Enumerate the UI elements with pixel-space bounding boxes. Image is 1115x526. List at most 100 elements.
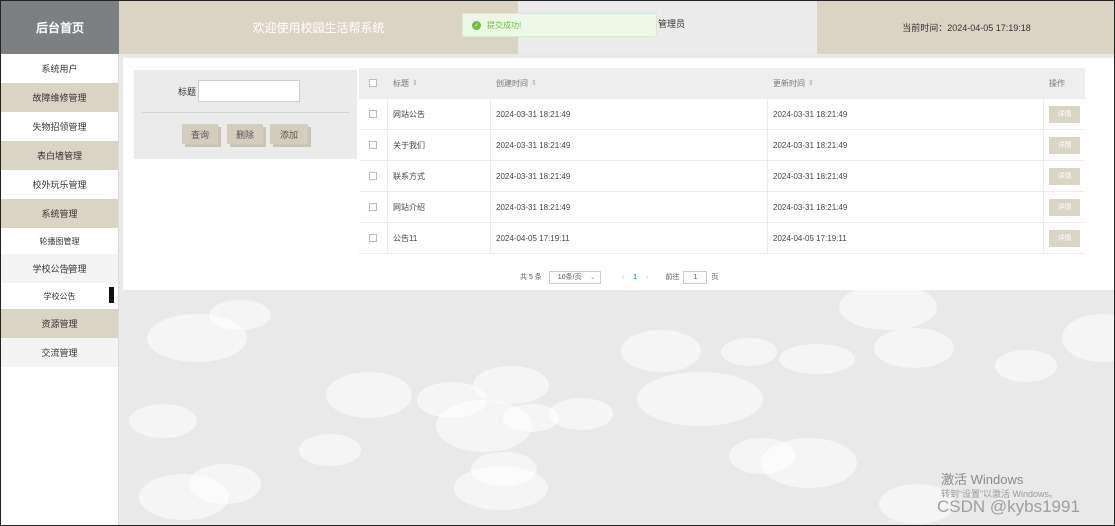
windows-activation-title: 激活 Windows [941,472,1024,487]
header-created[interactable]: 创建时间 ⇕ [491,68,768,98]
operation-cell: 详情 [1044,223,1085,253]
table-row: 网站公告 2024-03-31 18:21:49 2024-03-31 18:2… [359,99,1085,130]
table-row: 公告11 2024-04-05 17:19:11 2024-04-05 17:1… [359,223,1085,254]
sidebar-item-outdoor-fun[interactable]: 校外玩乐管理 [1,170,118,199]
sort-icon[interactable]: ⇕ [808,79,814,87]
title-cell: 公告11 [388,223,491,253]
query-button[interactable]: 查询 [182,124,218,144]
delete-button[interactable]: 删除 [227,124,263,144]
home-logo[interactable]: 后台首页 [1,1,119,54]
sidebar-item-label: 学校公告 [43,291,76,301]
created-cell: 2024-04-05 17:19:11 [491,223,768,253]
row-checkbox-cell [359,161,388,191]
csdn-watermark: CSDN @kybs1991 [937,497,1080,516]
header-updated-text: 更新时间 [773,78,805,88]
chevron-down-icon: ⌄ [589,274,596,281]
title-cell: 网站介绍 [388,192,491,222]
sidebar-item-label: 系统管理 [41,209,78,219]
page-size-select[interactable]: 10条/页 ⌄ [548,270,601,284]
detail-button[interactable]: 详情 [1049,229,1080,247]
row-checkbox[interactable] [369,172,377,180]
sidebar-item-carousel[interactable]: 轮播图管理 [1,228,118,254]
sidebar-item-lost-found[interactable]: 失物招领管理 [1,112,118,141]
active-indicator [109,287,114,303]
page-suffix: 页 [711,274,719,281]
sidebar-item-label: 学校公告管理 [32,264,87,274]
sidebar-item-resources[interactable]: 资源管理 [1,309,118,338]
updated-cell: 2024-03-31 18:21:49 [768,130,1044,160]
header-created-text: 创建时间 [496,78,528,88]
title-filter-label: 标题 [178,87,197,97]
current-user[interactable]: 管理员 [658,17,685,30]
detail-button[interactable]: 详情 [1049,136,1080,154]
sidebar-item-communication[interactable]: 交流管理 [1,338,118,367]
background-bubble [549,398,613,430]
detail-button[interactable]: 详情 [1049,198,1080,216]
header-updated[interactable]: 更新时间 ⇕ [768,68,1044,98]
sort-icon[interactable]: ⇕ [412,79,418,87]
sidebar-item-label: 轮播图管理 [39,236,80,246]
sidebar-item-label: 失物招领管理 [32,122,87,132]
background-bubble [721,338,777,366]
header-checkbox-cell [359,68,388,98]
page-number-current[interactable]: 1 [633,274,637,281]
sidebar-item-school-notice-management[interactable]: 学校公告管理 ☝ [1,254,118,283]
sidebar-item-school-notice[interactable]: 学校公告 [1,283,118,309]
total-count: 共 5 条 [520,274,542,281]
add-button[interactable]: 添加 [270,124,308,144]
table-row: 联系方式 2024-03-31 18:21:49 2024-03-31 18:2… [359,161,1085,192]
operation-cell: 详情 [1044,130,1085,160]
background-bubble [839,284,937,330]
table-row: 关于我们 2024-03-31 18:21:49 2024-03-31 18:2… [359,130,1085,161]
check-circle-icon: ✓ [472,20,481,30]
header-operation: 操作 [1044,68,1085,98]
detail-button[interactable]: 详情 [1049,167,1080,185]
sidebar-item-label: 交流管理 [41,348,78,358]
add-button-label: 添加 [279,129,298,140]
notice-table: 标题 ⇕ 创建时间 ⇕ 更新时间 ⇕ 操作 网站公告 2024-03-31 18:21… [359,68,1085,254]
sidebar-item-label: 故障维修管理 [32,93,87,103]
header-title[interactable]: 标题 ⇕ [388,68,491,98]
row-checkbox-cell [359,192,388,222]
row-checkbox[interactable] [369,234,377,242]
background-bubble [326,372,412,418]
row-checkbox[interactable] [369,203,377,211]
home-logo-text: 后台首页 [35,21,84,35]
title-cell: 网站公告 [388,99,491,129]
hand-cursor-icon: ☝ [64,263,72,277]
content-panel: 标题 查询 删除 添加 标题 ⇕ 创建时间 ⇕ 更新时间 ⇕ 操作 网站公告 2… [123,58,1114,290]
sidebar-item-confession-wall[interactable]: 表白墙管理 [1,141,118,170]
prev-page-icon[interactable]: ‹ [622,274,624,281]
title-search-input[interactable] [198,80,300,102]
main-content: 标题 查询 删除 添加 标题 ⇕ 创建时间 ⇕ 更新时间 ⇕ 操作 网站公告 2… [119,54,1114,525]
delete-button-label: 删除 [235,129,254,140]
header-title-text: 标题 [393,78,409,88]
success-toast: ✓ 提交成功! [462,13,657,37]
goto-page-input[interactable]: 1 [683,270,708,284]
background-bubble [779,344,855,374]
background-bubble [637,372,763,426]
background-bubble [473,366,549,404]
created-cell: 2024-03-31 18:21:49 [491,192,768,222]
sidebar-item-system-users[interactable]: 系统用户 [1,54,118,83]
table-header: 标题 ⇕ 创建时间 ⇕ 更新时间 ⇕ 操作 [359,68,1085,99]
background-bubble [1062,314,1114,362]
row-checkbox[interactable] [369,110,377,118]
updated-cell: 2024-03-31 18:21:49 [768,161,1044,191]
select-all-checkbox[interactable] [369,79,377,87]
header-operation-text: 操作 [1049,78,1065,88]
sidebar-item-label: 系统用户 [41,64,78,74]
toast-message: 提交成功! [487,20,522,30]
created-cell: 2024-03-31 18:21:49 [491,99,768,129]
sort-icon[interactable]: ⇕ [531,79,537,87]
row-checkbox[interactable] [369,141,377,149]
operation-cell: 详情 [1044,99,1085,129]
detail-button[interactable]: 详情 [1049,105,1080,123]
row-checkbox-cell [359,223,388,253]
operation-cell: 详情 [1044,192,1085,222]
sidebar-item-system-management[interactable]: 系统管理 [1,199,118,228]
sidebar: 系统用户 故障维修管理 失物招领管理 表白墙管理 校外玩乐管理 系统管理 轮播图… [1,54,119,525]
next-page-icon[interactable]: › [646,274,648,281]
sidebar-item-repair[interactable]: 故障维修管理 [1,83,118,112]
goto-label: 前往 [665,274,680,281]
